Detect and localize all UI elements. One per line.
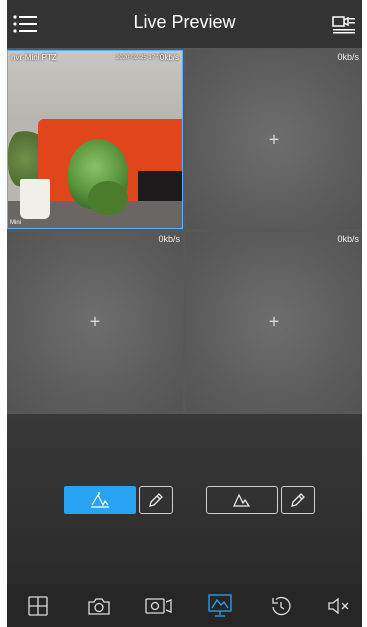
live-video-frame bbox=[8, 51, 182, 228]
playback-button[interactable] bbox=[267, 593, 295, 619]
channel-name: nvr-Mini PTZ bbox=[11, 53, 57, 62]
layout-button[interactable] bbox=[24, 593, 52, 619]
snapshot-button[interactable] bbox=[85, 593, 113, 619]
add-channel-icon[interactable]: + bbox=[269, 129, 280, 150]
area-rule-button[interactable] bbox=[206, 486, 278, 514]
audio-button[interactable] bbox=[325, 593, 353, 619]
bitrate-label: 0kb/s bbox=[159, 53, 179, 62]
bitrate-label: 0kb/s bbox=[158, 234, 180, 244]
video-cell-4[interactable]: 0kb/s + bbox=[186, 232, 362, 411]
video-cell-2[interactable]: 0kb/s + bbox=[186, 50, 362, 229]
add-channel-icon[interactable]: + bbox=[90, 311, 101, 332]
preview-grid: nvr-Mini PTZ 2020-02-25 17:?? 0kb/s Mini… bbox=[7, 48, 362, 414]
smart-rule-panel bbox=[7, 414, 362, 584]
edit-area-button[interactable] bbox=[281, 486, 315, 514]
app-window: Live Preview nvr-Mini PTZ 2020-02-25 17:… bbox=[7, 0, 362, 627]
line-rule-button[interactable] bbox=[64, 486, 136, 514]
pencil-icon bbox=[291, 493, 305, 507]
add-channel-icon[interactable]: + bbox=[269, 311, 280, 332]
osd-timestamp: 2020-02-25 17:?? bbox=[116, 55, 164, 61]
record-video-icon bbox=[145, 598, 172, 614]
edit-line-button[interactable] bbox=[139, 486, 173, 514]
osd-corner-text: Mini bbox=[10, 220, 22, 226]
pencil-icon bbox=[149, 493, 163, 507]
smart-analysis-icon bbox=[208, 594, 232, 617]
playback-icon bbox=[272, 596, 291, 616]
video-cell-3[interactable]: 0kb/s + bbox=[7, 232, 183, 411]
bitrate-label: 0kb/s bbox=[337, 52, 359, 62]
header-bar: Live Preview bbox=[7, 0, 362, 48]
area-rule-icon bbox=[233, 493, 251, 507]
line-rule-icon bbox=[91, 492, 109, 508]
record-button[interactable] bbox=[145, 593, 173, 619]
device-list-button[interactable] bbox=[330, 10, 358, 38]
audio-mute-icon bbox=[328, 597, 349, 615]
layout-grid-icon bbox=[28, 596, 48, 616]
smart-analysis-button[interactable] bbox=[206, 593, 234, 619]
bottom-toolbar bbox=[7, 584, 362, 627]
device-list-icon bbox=[332, 16, 355, 34]
bitrate-label: 0kb/s bbox=[337, 234, 359, 244]
page-title: Live Preview bbox=[133, 12, 236, 32]
snapshot-camera-icon bbox=[88, 598, 110, 615]
video-cell-1[interactable]: nvr-Mini PTZ 2020-02-25 17:?? 0kb/s Mini bbox=[7, 50, 183, 229]
